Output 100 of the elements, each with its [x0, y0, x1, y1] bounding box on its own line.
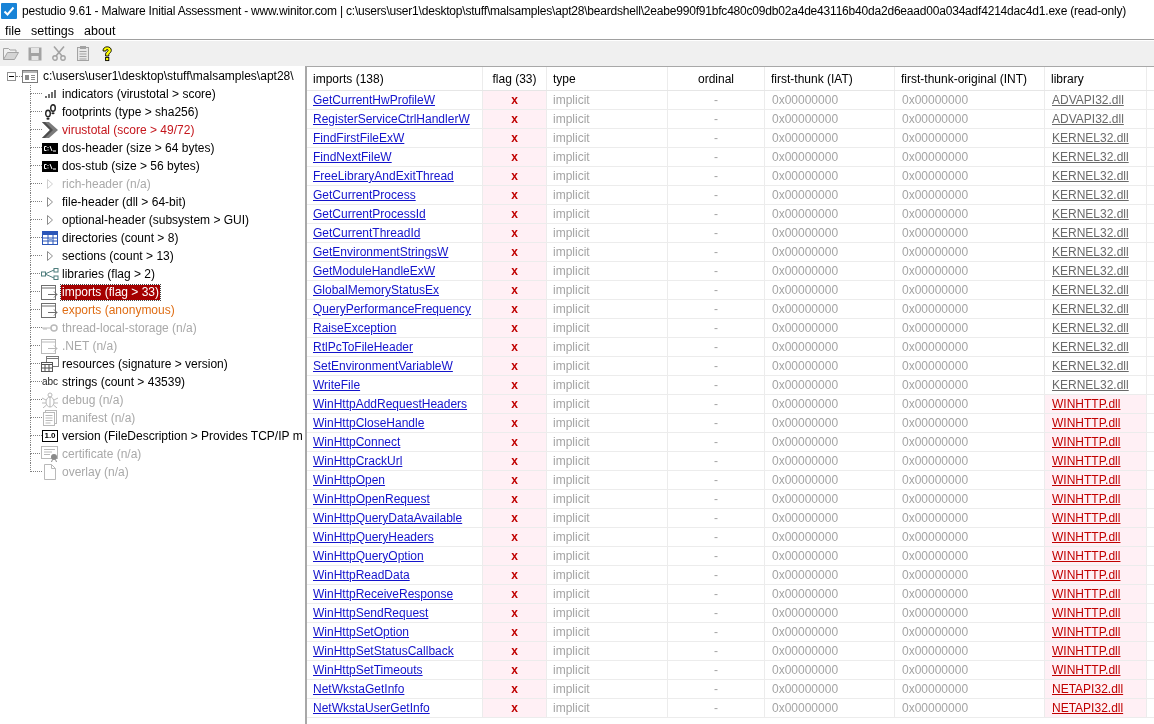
library-link[interactable]: WINHTTP.dll	[1052, 547, 1121, 565]
tree-item[interactable]: indicators (virustotal > score)	[61, 86, 217, 102]
function-link[interactable]: QueryPerformanceFrequency	[313, 300, 472, 318]
function-link[interactable]: WinHttpAddRequestHeaders	[313, 395, 468, 413]
tree-item[interactable]: dos-stub (size > 56 bytes)	[61, 158, 201, 174]
function-link[interactable]: WinHttpConnect	[313, 433, 401, 451]
library-link[interactable]: WINHTTP.dll	[1052, 395, 1121, 413]
tree-item[interactable]: footprints (type > sha256)	[61, 104, 200, 120]
tree-item[interactable]: sections (count > 13)	[61, 248, 175, 264]
library-link[interactable]: WINHTTP.dll	[1052, 604, 1121, 622]
function-link[interactable]: GetCurrentProcess	[313, 186, 416, 204]
library-link[interactable]: WINHTTP.dll	[1052, 585, 1121, 603]
int-address: 0x00000000	[902, 586, 969, 603]
library-link[interactable]: WINHTTP.dll	[1052, 490, 1121, 508]
menu-item[interactable]: file	[0, 22, 26, 39]
function-link[interactable]: WinHttpCloseHandle	[313, 414, 425, 432]
tree-item[interactable]: libraries (flag > 2)	[61, 266, 157, 282]
tree-item[interactable]: strings (count > 43539)	[61, 374, 187, 390]
function-link[interactable]: RegisterServiceCtrlHandlerW	[313, 110, 470, 128]
tree-root[interactable]: c:\users\user1\desktop\stuff\malsamples\apt28\	[43, 67, 294, 85]
library-link[interactable]: KERNEL32.dll	[1052, 262, 1129, 280]
tree-item[interactable]: optional-header (subsystem > GUI)	[61, 212, 251, 228]
ordinal-text: -	[714, 358, 718, 375]
library-link[interactable]: KERNEL32.dll	[1052, 376, 1129, 394]
function-link[interactable]: WinHttpOpenRequest	[313, 490, 430, 508]
library-link[interactable]: WINHTTP.dll	[1052, 661, 1121, 679]
function-link[interactable]: GetCurrentHwProfileW	[313, 91, 436, 109]
function-link[interactable]: WinHttpSetStatusCallback	[313, 642, 454, 660]
function-link[interactable]: WinHttpReceiveResponse	[313, 585, 454, 603]
library-link[interactable]: KERNEL32.dll	[1052, 148, 1129, 166]
library-link[interactable]: WINHTTP.dll	[1052, 623, 1121, 641]
library-link[interactable]: KERNEL32.dll	[1052, 300, 1129, 318]
tree-item[interactable]: virustotal (score > 49/72)	[61, 122, 196, 138]
library-link[interactable]: KERNEL32.dll	[1052, 281, 1129, 299]
library-link[interactable]: NETAPI32.dll	[1052, 699, 1124, 717]
library-link[interactable]: KERNEL32.dll	[1052, 319, 1129, 337]
menu-item[interactable]: about	[79, 22, 121, 39]
library-link[interactable]: KERNEL32.dll	[1052, 338, 1129, 356]
function-link[interactable]: WinHttpSetTimeouts	[313, 661, 423, 679]
help-icon[interactable]	[102, 45, 112, 62]
function-link[interactable]: GlobalMemoryStatusEx	[313, 281, 440, 299]
column-header[interactable]: flag (33)	[492, 69, 537, 88]
function-link[interactable]: WinHttpQueryDataAvailable	[313, 509, 463, 527]
library-link[interactable]: WINHTTP.dll	[1052, 452, 1121, 470]
library-link[interactable]: WINHTTP.dll	[1052, 509, 1121, 527]
tree-item[interactable]: dos-header (size > 64 bytes)	[61, 140, 216, 156]
tree-item[interactable]: imports (flag > 33)	[61, 284, 161, 300]
function-link[interactable]: FreeLibraryAndExitThread	[313, 167, 454, 185]
function-link[interactable]: RtlPcToFileHeader	[313, 338, 414, 356]
library-link[interactable]: ADVAPI32.dll	[1052, 91, 1124, 109]
function-link[interactable]: FindNextFileW	[313, 148, 392, 166]
function-link[interactable]: RaiseException	[313, 319, 397, 337]
tree-item[interactable]: file-header (dll > 64-bit)	[61, 194, 187, 210]
function-link[interactable]: WinHttpQueryHeaders	[313, 528, 434, 546]
library-link[interactable]: KERNEL32.dll	[1052, 205, 1129, 223]
function-link[interactable]: SetEnvironmentVariableW	[313, 357, 453, 375]
int-address: 0x00000000	[902, 700, 969, 717]
function-link[interactable]: WinHttpSetOption	[313, 623, 410, 641]
function-link[interactable]: GetCurrentThreadId	[313, 224, 421, 242]
library-link[interactable]: KERNEL32.dll	[1052, 129, 1129, 147]
library-link[interactable]: WINHTTP.dll	[1052, 566, 1121, 584]
tree-item[interactable]: resources (signature > version)	[61, 356, 229, 372]
flag-mark: x	[511, 170, 518, 182]
function-link[interactable]: GetEnvironmentStringsW	[313, 243, 449, 261]
library-link[interactable]: WINHTTP.dll	[1052, 414, 1121, 432]
library-link[interactable]: WINHTTP.dll	[1052, 433, 1121, 451]
tree-item[interactable]: version (FileDescription > Provides TCP/IP m	[61, 428, 304, 444]
library-link[interactable]: ADVAPI32.dll	[1052, 110, 1124, 128]
library-link[interactable]: WINHTTP.dll	[1052, 471, 1121, 489]
column-header[interactable]: library	[1051, 69, 1084, 88]
tree-item[interactable]: directories (count > 8)	[61, 230, 180, 246]
function-link[interactable]: WriteFile	[313, 376, 361, 394]
function-link[interactable]: WinHttpReadData	[313, 566, 410, 584]
function-link[interactable]: NetWkstaUserGetInfo	[313, 699, 430, 717]
library-link[interactable]: WINHTTP.dll	[1052, 642, 1121, 660]
column-header[interactable]: type	[553, 69, 576, 88]
function-link[interactable]: WinHttpSendRequest	[313, 604, 429, 622]
library-link[interactable]: KERNEL32.dll	[1052, 186, 1129, 204]
library-link[interactable]: KERNEL32.dll	[1052, 243, 1129, 261]
function-link[interactable]: GetCurrentProcessId	[313, 205, 426, 223]
library-link[interactable]: WINHTTP.dll	[1052, 528, 1121, 546]
column-header[interactable]: first-thunk-original (INT)	[901, 69, 1028, 88]
menu-item[interactable]: settings	[26, 22, 80, 39]
column-header[interactable]: first-thunk (IAT)	[771, 69, 853, 88]
function-link[interactable]: NetWkstaGetInfo	[313, 680, 405, 698]
library-link[interactable]: KERNEL32.dll	[1052, 224, 1129, 242]
ordinal-text: -	[714, 168, 718, 185]
collapse-icon[interactable]	[7, 71, 16, 81]
function-link[interactable]: WinHttpCrackUrl	[313, 452, 403, 470]
function-link[interactable]: FindFirstFileExW	[313, 129, 405, 147]
column-header[interactable]: imports (138)	[313, 69, 384, 88]
function-link[interactable]: WinHttpOpen	[313, 471, 386, 489]
library-link[interactable]: KERNEL32.dll	[1052, 357, 1129, 375]
library-link[interactable]: NETAPI32.dll	[1052, 680, 1124, 698]
flag-mark: x	[511, 531, 518, 543]
function-link[interactable]: GetModuleHandleExW	[313, 262, 436, 280]
library-link[interactable]: KERNEL32.dll	[1052, 167, 1129, 185]
int-address: 0x00000000	[902, 244, 969, 261]
function-link[interactable]: WinHttpQueryOption	[313, 547, 424, 565]
column-header[interactable]: ordinal	[698, 69, 734, 88]
